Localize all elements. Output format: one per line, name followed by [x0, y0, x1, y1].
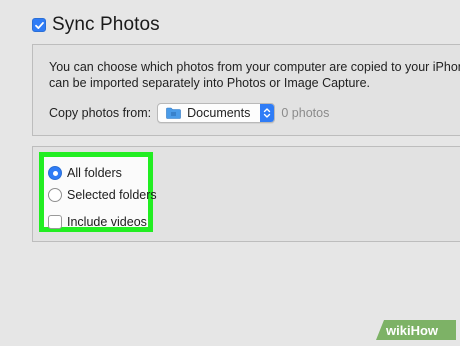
- svg-text:wikiHow: wikiHow: [385, 323, 439, 338]
- photo-source-select[interactable]: Documents: [157, 103, 276, 123]
- copy-photos-row: Copy photos from: Documents 0 photos: [49, 103, 329, 123]
- selected-folders-radio[interactable]: [48, 188, 62, 202]
- dropdown-arrows-icon: [260, 104, 275, 122]
- checkmark-icon: [34, 21, 44, 29]
- sync-photos-title: Sync Photos: [52, 14, 160, 35]
- all-folders-label: All folders: [67, 166, 122, 180]
- photo-count: 0 photos: [281, 106, 330, 120]
- include-videos-label: Include videos: [67, 215, 147, 229]
- photo-source-value: Documents: [187, 106, 251, 120]
- selected-folders-label: Selected folders: [67, 188, 157, 202]
- sync-info-panel: You can choose which photos from your co…: [32, 44, 460, 136]
- highlight-box: All folders Selected folders Include vid…: [39, 152, 157, 232]
- copy-photos-label: Copy photos from:: [49, 106, 152, 120]
- sync-description: You can choose which photos from your co…: [49, 59, 460, 91]
- selected-folders-option[interactable]: Selected folders: [48, 188, 157, 202]
- folder-icon: [166, 107, 181, 119]
- all-folders-option[interactable]: All folders: [48, 166, 122, 180]
- wikihow-watermark-logo: wikiHow: [376, 320, 456, 340]
- sync-options-panel: All folders Selected folders Include vid…: [32, 146, 460, 242]
- description-line-2: can be imported separately into Photos o…: [49, 76, 371, 90]
- sync-photos-header: Sync Photos: [32, 14, 160, 36]
- include-videos-checkbox[interactable]: [48, 215, 62, 229]
- all-folders-radio[interactable]: [48, 166, 62, 180]
- include-videos-option[interactable]: Include videos: [48, 215, 147, 229]
- sync-photos-checkbox[interactable]: [32, 18, 46, 32]
- description-line-1: You can choose which photos from your co…: [49, 60, 460, 74]
